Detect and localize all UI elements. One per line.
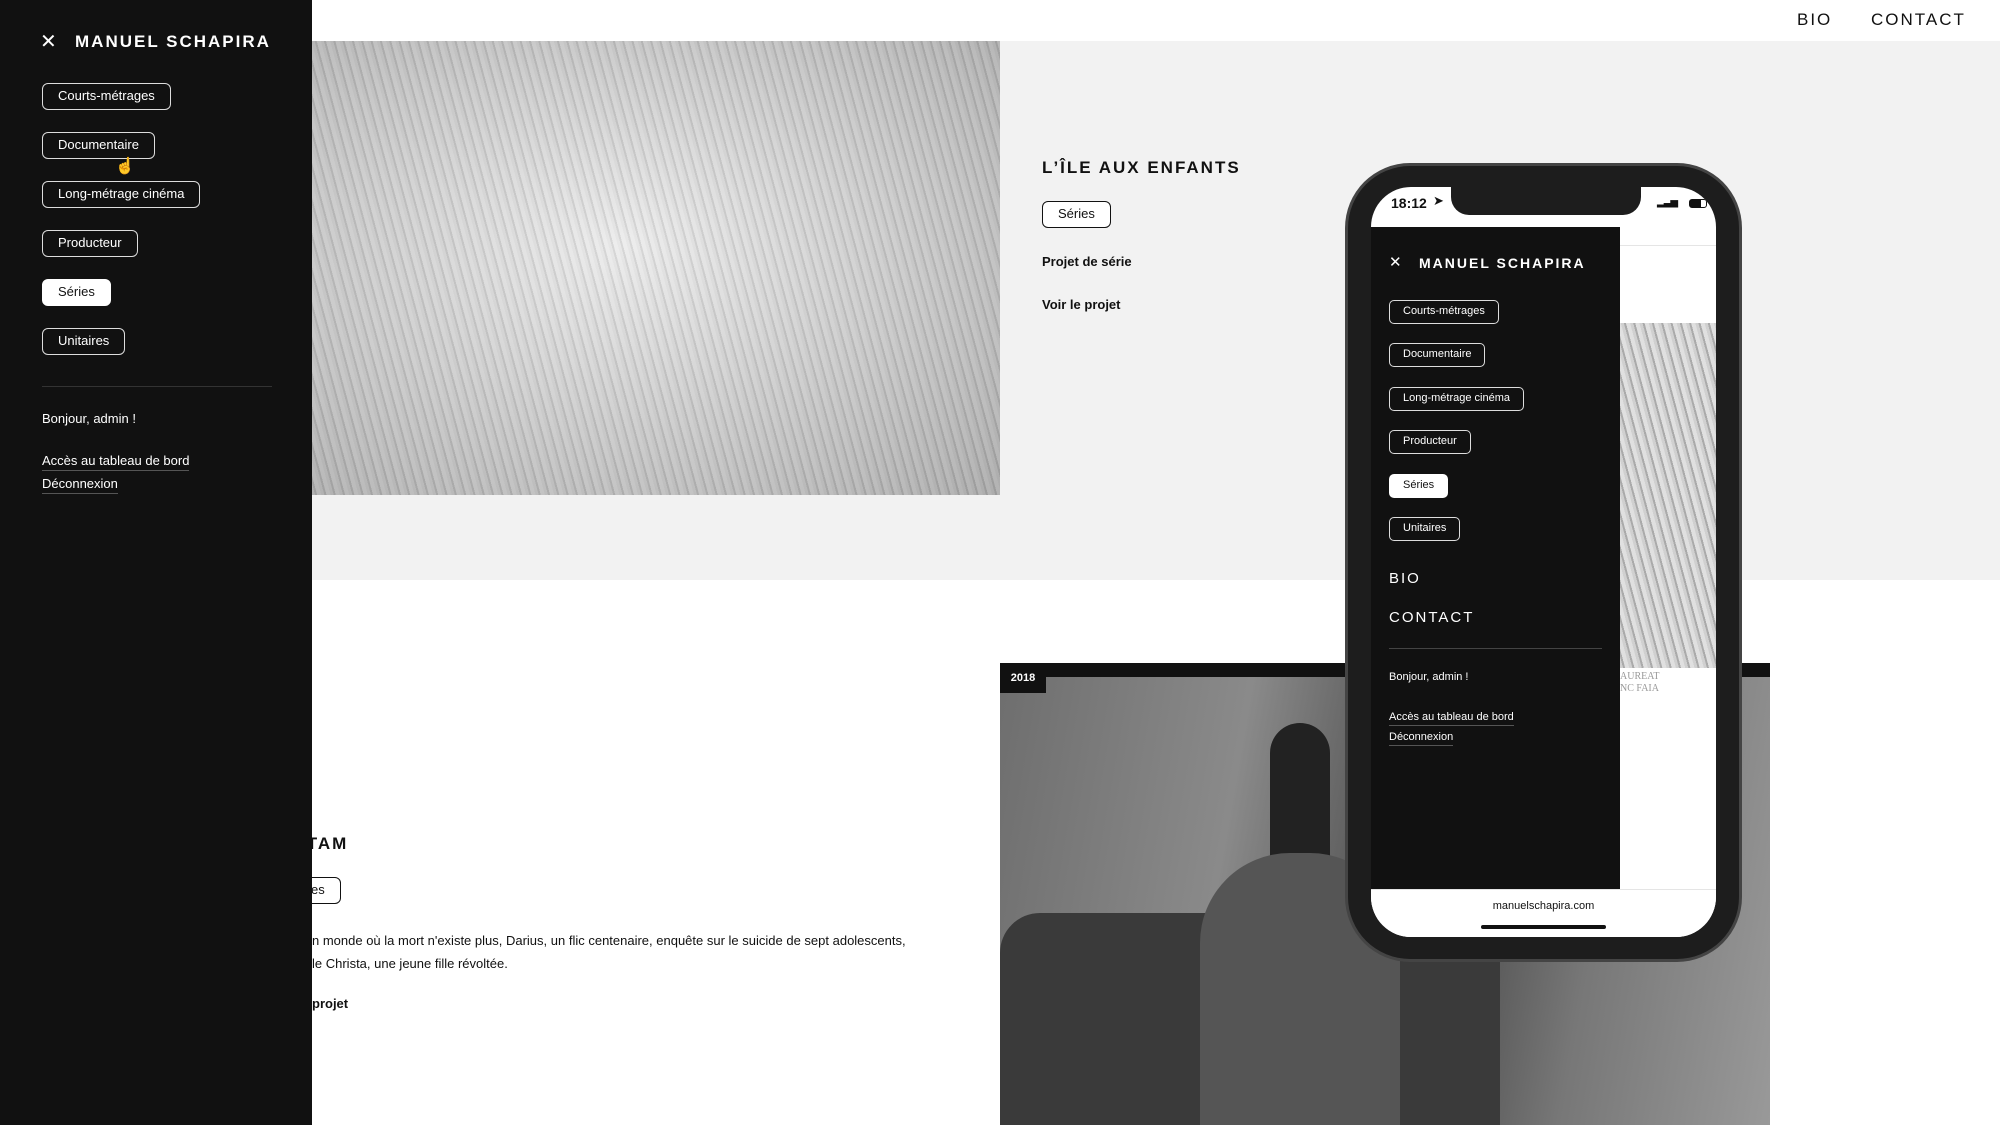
dashboard-link[interactable]: Accès au tableau de bord: [1389, 711, 1514, 726]
year-badge: 2018: [1000, 663, 1046, 693]
view-project-link[interactable]: projet: [312, 996, 348, 1011]
category-producteur[interactable]: Producteur: [42, 230, 138, 257]
site-title: MANUEL SCHAPIRA: [75, 32, 271, 51]
close-icon[interactable]: ✕: [40, 29, 57, 54]
phone-screen: 18:12 ➤ ▂▃▅ AUREAT NC FAIA ✕ MANUEL SCHA…: [1371, 187, 1716, 937]
nav-contact[interactable]: CONTACT: [1871, 10, 1966, 30]
category-documentaire[interactable]: Documentaire: [42, 132, 155, 159]
category-producteur[interactable]: Producteur: [1389, 430, 1471, 454]
project-subtitle: Projet de série: [1042, 254, 1132, 269]
phone-nav-contact[interactable]: CONTACT: [1389, 609, 1474, 626]
location-icon: ➤: [1433, 193, 1444, 208]
url-text: manuelschapira.com: [1492, 900, 1595, 912]
sidebar-menu: ✕ MANUEL SCHAPIRA Courts-métrages Docume…: [0, 0, 312, 1125]
hand-cursor-icon: ☝: [115, 158, 135, 175]
home-indicator: [1481, 925, 1606, 929]
divider: [42, 386, 272, 387]
category-courts-metrages[interactable]: Courts-métrages: [42, 83, 171, 110]
project-tag[interactable]: Séries: [1042, 201, 1111, 228]
greeting: Bonjour, admin !: [42, 411, 136, 426]
logout-link[interactable]: Déconnexion: [1389, 731, 1454, 746]
status-time: 18:12: [1391, 195, 1427, 211]
phone-mockup: 18:12 ➤ ▂▃▅ AUREAT NC FAIA ✕ MANUEL SCHA…: [1348, 166, 1739, 959]
phone-menu: ✕ MANUEL SCHAPIRA Courts-métrages Docume…: [1371, 227, 1620, 889]
greeting: Bonjour, admin !: [1389, 671, 1469, 683]
category-unitaires[interactable]: Unitaires: [42, 328, 126, 355]
category-courts-metrages[interactable]: Courts-métrages: [1389, 300, 1499, 324]
nav-bio[interactable]: BIO: [1797, 10, 1832, 30]
project-title: L’ÎLE AUX ENFANTS: [1042, 158, 1241, 177]
phone-url-bar[interactable]: manuelschapira.com: [1371, 889, 1716, 937]
view-project-link[interactable]: Voir le projet: [1042, 297, 1121, 312]
category-long-metrage[interactable]: Long-métrage cinéma: [1389, 387, 1525, 411]
close-icon[interactable]: ✕: [1389, 253, 1402, 271]
category-series[interactable]: Séries: [42, 279, 111, 306]
category-documentaire[interactable]: Documentaire: [1389, 343, 1486, 367]
divider: [1389, 648, 1602, 649]
category-unitaires[interactable]: Unitaires: [1389, 517, 1461, 541]
description-line: le Christa, une jeune fille révoltée.: [312, 956, 508, 971]
phone-site-title: MANUEL SCHAPIRA: [1419, 255, 1586, 271]
logout-link[interactable]: Déconnexion: [42, 476, 118, 494]
phone-nav-bio[interactable]: BIO: [1389, 570, 1421, 587]
phone-notch: [1451, 187, 1641, 215]
description-line: n monde où la mort n'existe plus, Darius…: [312, 933, 906, 948]
dashboard-link[interactable]: Accès au tableau de bord: [42, 453, 190, 471]
category-long-metrage[interactable]: Long-métrage cinéma: [42, 181, 201, 208]
project-description: n monde où la mort n'existe plus, Darius…: [312, 929, 906, 975]
battery-icon: [1689, 199, 1707, 208]
signal-icon: ▂▃▅: [1657, 197, 1678, 208]
phone-image-caption: AUREAT NC FAIA: [1620, 671, 1660, 694]
phone-header-line: [1620, 245, 1716, 246]
project-image-sketch[interactable]: [312, 41, 1000, 495]
phone-project-image: [1620, 323, 1716, 668]
category-series[interactable]: Séries: [1389, 474, 1449, 498]
